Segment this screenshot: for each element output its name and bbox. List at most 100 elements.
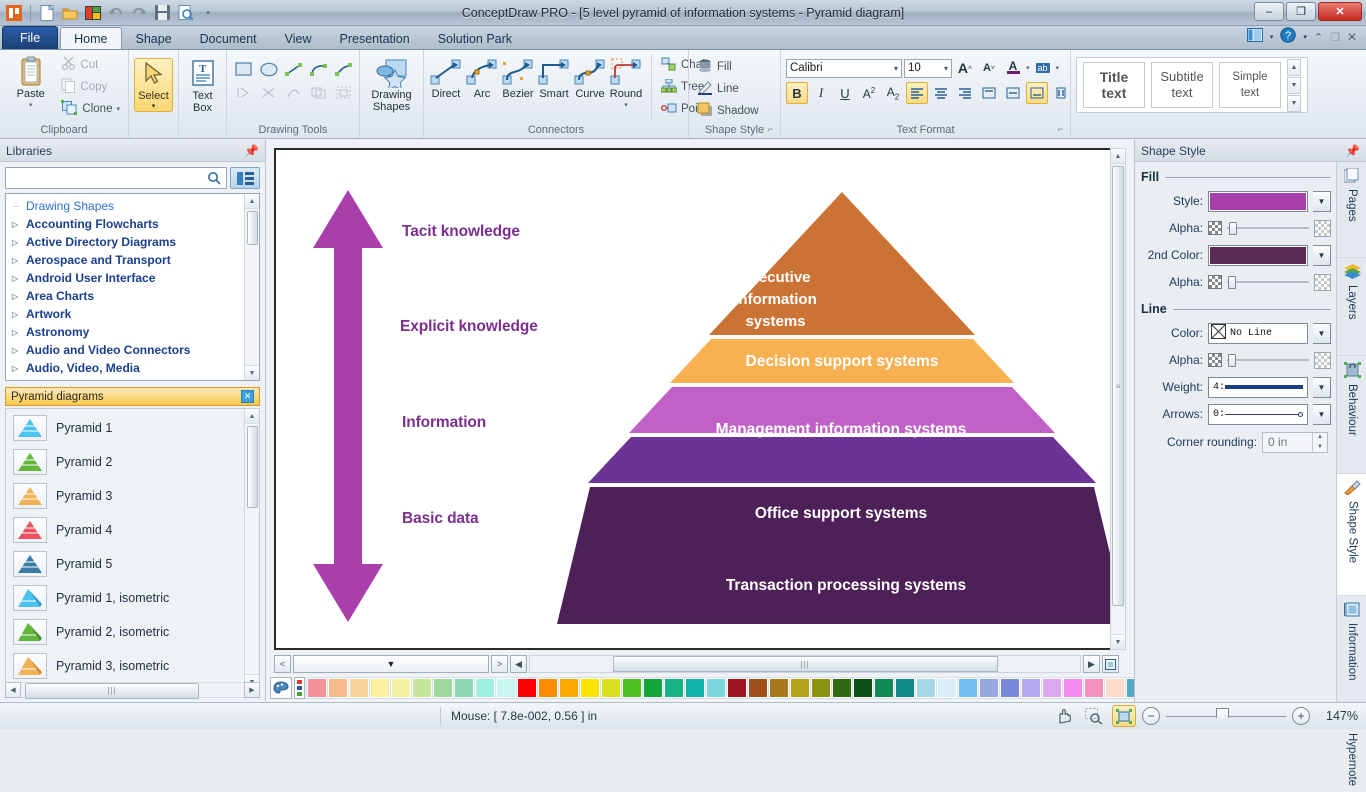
fill-button[interactable]: Fill	[694, 56, 762, 78]
library-tree-item[interactable]: ▷ Active Directory Diagrams	[6, 233, 259, 251]
align-left-button[interactable]	[906, 82, 928, 104]
list-item[interactable]: Pyramid 1	[6, 411, 243, 445]
scroll-right-icon[interactable]: ▶	[244, 681, 260, 698]
next-page-button[interactable]: >	[491, 655, 508, 673]
close-document-icon[interactable]: ✕	[1347, 30, 1357, 44]
tab-view[interactable]: View	[271, 27, 326, 49]
connector-curve-button[interactable]: Curve	[573, 54, 607, 102]
status-zoom-controls[interactable]: − + 147%	[1052, 705, 1366, 727]
style-card-subtitle[interactable]: Subtitle text	[1151, 62, 1213, 108]
scroll-down-icon[interactable]: ▼	[1111, 634, 1125, 649]
cut-button[interactable]: Cut	[58, 54, 123, 76]
close-icon[interactable]: ✕	[241, 390, 254, 403]
highlight-button[interactable]: ab	[1032, 57, 1054, 79]
vtab-layers[interactable]: Layers	[1337, 258, 1366, 356]
restore-window-icon[interactable]: ❐	[1330, 30, 1340, 44]
tab-document[interactable]: Document	[186, 27, 271, 49]
library-tree-item[interactable]: ▷ Audio and Video Connectors	[6, 341, 259, 359]
color-swatch[interactable]	[852, 677, 874, 699]
color-swatch[interactable]	[642, 677, 664, 699]
palette-more-icon[interactable]	[294, 677, 305, 699]
color-swatch[interactable]	[579, 677, 601, 699]
tab-home[interactable]: Home	[60, 27, 122, 49]
color-swatch[interactable]	[600, 677, 622, 699]
list-item[interactable]: Pyramid 4	[6, 513, 243, 547]
chevron-down-icon[interactable]: ▼	[1313, 376, 1331, 398]
select-tool-button[interactable]: Select ▾	[134, 58, 173, 112]
grow-font-button[interactable]: A ˄	[954, 57, 976, 79]
double-headed-vertical-arrow[interactable]	[313, 190, 383, 622]
chevron-right-icon[interactable]: ▷	[12, 364, 26, 373]
spinner-buttons[interactable]: ▲ ▼	[1312, 432, 1327, 452]
font-size-select[interactable]: 10 ▾	[904, 58, 952, 78]
style-card-title[interactable]: Title text	[1083, 62, 1145, 108]
align-bottom-button[interactable]	[1026, 82, 1048, 104]
help-icon[interactable]: ?	[1280, 27, 1297, 46]
color-swatch[interactable]	[1041, 677, 1063, 699]
customize-qat-icon[interactable]: ▾	[198, 3, 218, 23]
color-swatch[interactable]	[978, 677, 1000, 699]
font-color-button[interactable]: A	[1002, 57, 1024, 79]
pin-icon[interactable]: 📌	[244, 144, 259, 158]
color-swatch[interactable]	[768, 677, 790, 699]
new-document-icon[interactable]	[37, 3, 57, 23]
ellipse-tool-icon[interactable]	[257, 58, 281, 80]
scroll-left-icon[interactable]: ◀	[5, 681, 21, 698]
list-item[interactable]: Pyramid 3, isometric	[6, 649, 243, 683]
color-swatch[interactable]	[537, 677, 559, 699]
connector-round-button[interactable]: Round ▾	[609, 54, 643, 114]
zoom-out-button[interactable]: −	[1142, 707, 1160, 725]
search-input[interactable]	[6, 171, 202, 185]
italic-button[interactable]: I	[810, 82, 832, 104]
save-icon[interactable]	[152, 3, 172, 23]
color-swatch[interactable]	[621, 677, 643, 699]
color-swatch[interactable]	[789, 677, 811, 699]
tab-presentation[interactable]: Presentation	[326, 27, 424, 49]
gallery-scroll-down-icon[interactable]: ▼	[1287, 76, 1301, 94]
palette-icon[interactable]	[270, 677, 292, 699]
chevron-right-icon[interactable]: ▷	[12, 310, 26, 319]
fit-selection-icon[interactable]	[1112, 705, 1136, 727]
superscript-button[interactable]: A2	[858, 82, 880, 104]
color-swatch[interactable]	[747, 677, 769, 699]
fill-style-combo[interactable]	[1208, 190, 1308, 212]
color-swatch[interactable]	[831, 677, 853, 699]
diagram-label-explicit[interactable]: Explicit knowledge	[400, 318, 538, 336]
diagram-label-basic-data[interactable]: Basic data	[402, 510, 479, 528]
color-swatch[interactable]	[705, 677, 727, 699]
list-item[interactable]: Pyramid 3	[6, 479, 243, 513]
hscroll-thumb[interactable]: |||	[25, 682, 199, 699]
canvas-htrack[interactable]: |||	[529, 655, 1081, 673]
color-swatch[interactable]	[1062, 677, 1084, 699]
quick-access-toolbar[interactable]: ▾	[0, 0, 218, 26]
color-swatch[interactable]	[516, 677, 538, 699]
list-item[interactable]: Pyramid 2, isometric	[6, 615, 243, 649]
shape-list-scrollbar[interactable]: ▲ ▼	[244, 409, 259, 689]
color-swatch[interactable]	[390, 677, 412, 699]
scroll-right-icon[interactable]: ▶	[1083, 655, 1100, 673]
tab-solution-park[interactable]: Solution Park	[424, 27, 526, 49]
scroll-up-icon[interactable]: ▲	[244, 194, 259, 209]
chevron-right-icon[interactable]: ▷	[12, 328, 26, 337]
color-swatch[interactable]	[348, 677, 370, 699]
shrink-font-button[interactable]: A ˅	[978, 57, 1000, 79]
align-center-button[interactable]	[930, 82, 952, 104]
zoom-in-button[interactable]: +	[1292, 707, 1310, 725]
scroll-thumb[interactable]	[246, 211, 258, 245]
connector-bezier-button[interactable]: Bezier	[501, 54, 535, 102]
line-tool-icon[interactable]	[282, 58, 306, 80]
library-tree-scrollbar[interactable]: ▲ ▼	[244, 194, 259, 380]
arc-tool-icon[interactable]	[307, 58, 331, 80]
search-icon[interactable]	[202, 168, 226, 188]
chevron-down-icon[interactable]: ▼	[1313, 322, 1331, 344]
tree-view-icon[interactable]	[230, 167, 260, 189]
diagram-label-tacit[interactable]: Tacit knowledge	[402, 223, 520, 241]
tab-shape[interactable]: Shape	[122, 27, 186, 49]
vtab-shape-style[interactable]: Shape Style	[1337, 474, 1366, 596]
style-gallery[interactable]: Title text Subtitle text Simple text ▲ ▼ ▼	[1076, 57, 1308, 113]
color-swatch[interactable]	[432, 677, 454, 699]
library-tree-item[interactable]: ▷ Area Charts	[6, 287, 259, 305]
chevron-right-icon[interactable]: ▷	[12, 220, 26, 229]
document-canvas[interactable]: Tacit knowledge Explicit knowledge Infor…	[274, 148, 1119, 650]
zoom-region-icon[interactable]	[1082, 705, 1106, 727]
